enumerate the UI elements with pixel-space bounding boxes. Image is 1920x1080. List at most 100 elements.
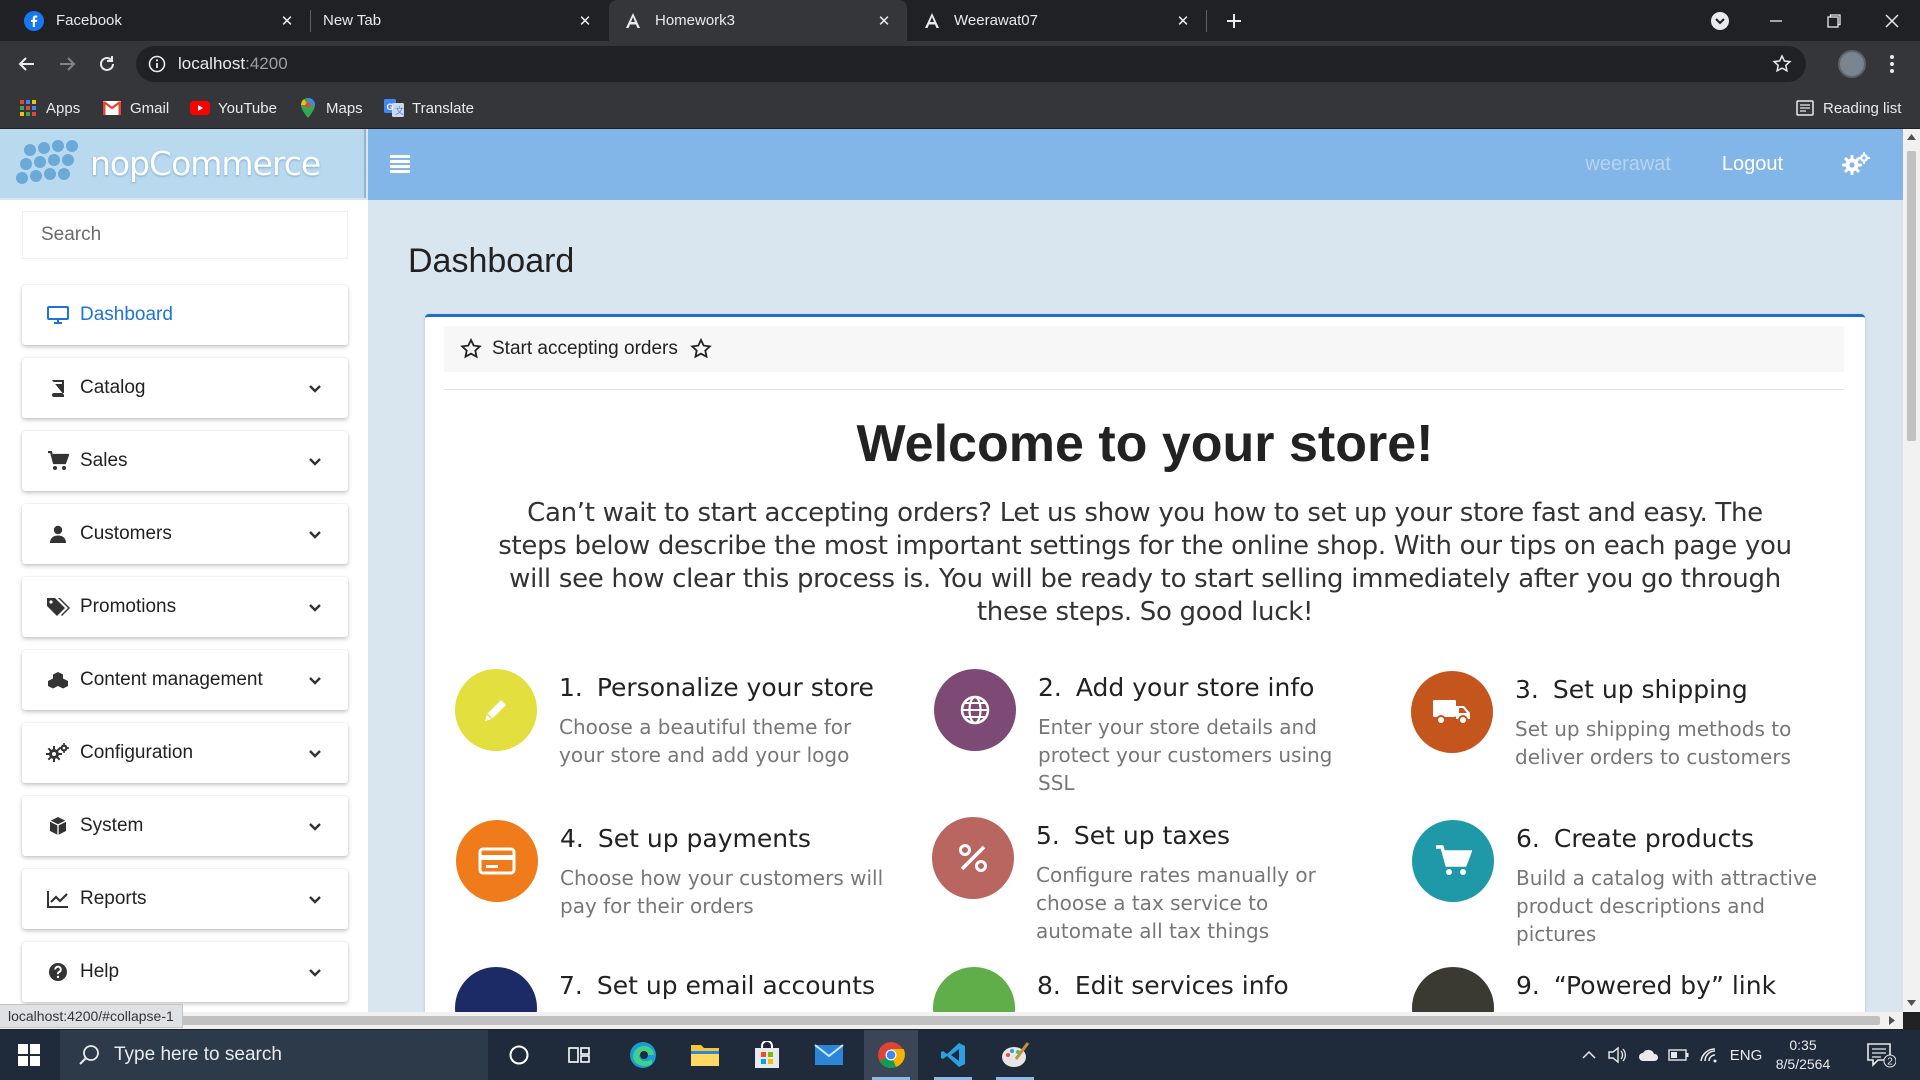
sidebar-toggle-icon[interactable] [390, 155, 410, 173]
sidebar-item-system[interactable]: System [22, 796, 348, 856]
vertical-scrollbar[interactable] [1903, 129, 1920, 1012]
scrollbar-thumb[interactable] [20, 1016, 1880, 1025]
chevron-down-icon [306, 598, 324, 616]
start-button[interactable] [0, 1030, 58, 1080]
sidebar-item-dashboard[interactable]: Dashboard [22, 285, 348, 345]
bookmark-maps[interactable]: Maps [298, 87, 363, 129]
reading-list-button[interactable]: Reading list [1795, 87, 1901, 129]
sidebar-item-sales[interactable]: Sales [22, 431, 348, 491]
step-set-up-email-accounts[interactable]: 7. Set up email accounts [455, 967, 885, 1012]
tab-close-icon[interactable]: ✕ [1170, 8, 1196, 34]
close-window-button[interactable] [1872, 0, 1912, 41]
monitor-icon [46, 304, 70, 326]
logo-text: nopCommerce [90, 144, 321, 183]
logo-mark-icon [16, 139, 82, 188]
new-tab-button[interactable] [1219, 6, 1249, 36]
minimize-button[interactable] [1756, 0, 1796, 41]
reload-button[interactable] [90, 47, 124, 81]
vscode-app-icon[interactable] [926, 1030, 980, 1080]
edge-app-icon[interactable] [616, 1030, 670, 1080]
truck-icon [1411, 671, 1493, 753]
step-powered-by-link[interactable]: 9. “Powered by” link [1412, 967, 1842, 1012]
tab-homework3[interactable]: Homework3 ✕ [609, 0, 907, 41]
current-username[interactable]: weerawat [1585, 153, 1671, 176]
mail-app-icon[interactable] [802, 1030, 856, 1080]
step-title: 7. Set up email accounts [559, 971, 876, 1000]
tab-new-tab[interactable]: New Tab ✕ [311, 0, 608, 41]
bookmark-label: Apps [46, 99, 81, 117]
onedrive-icon[interactable] [1636, 1030, 1662, 1080]
bookmark-translate[interactable]: G文 Translate [384, 87, 474, 129]
chevron-down-icon [306, 525, 324, 543]
link-icon [1412, 967, 1494, 1012]
sidebar-item-reports[interactable]: Reports [22, 869, 348, 929]
browser-menu-icon[interactable] [1882, 51, 1902, 77]
sidebar-item-configuration[interactable]: Configuration [22, 723, 348, 783]
sidebar-item-catalog[interactable]: Catalog [22, 358, 348, 418]
logout-link[interactable]: Logout [1722, 153, 1783, 176]
step-personalize-store[interactable]: 1. Personalize your store Choose a beauti… [455, 669, 885, 799]
sidebar-item-customers[interactable]: Customers [22, 504, 348, 564]
step-set-up-taxes[interactable]: 5. Set up taxes Configure rates manually … [932, 817, 1362, 947]
sidebar-item-label: Configuration [80, 742, 194, 763]
star-icon [690, 337, 712, 360]
facebook-icon [24, 10, 44, 31]
page-title: Dashboard [408, 242, 575, 280]
scrollbar-thumb[interactable] [1907, 151, 1916, 441]
sidebar-item-label: Help [80, 961, 120, 982]
clock-date: 8/5/2564 [1775, 1056, 1831, 1072]
store-logo[interactable]: nopCommerce [0, 129, 366, 198]
info-icon[interactable] [148, 55, 166, 73]
chevron-down-icon [306, 817, 324, 835]
taskbar-search-placeholder: Type here to search [114, 1044, 282, 1065]
system-clock[interactable]: 0:35 8/5/2564 [1760, 1036, 1846, 1074]
notification-center-icon[interactable]: 2 [1866, 1042, 1897, 1068]
tab-weerawat07[interactable]: Weerawat07 ✕ [908, 0, 1206, 41]
svg-text:文: 文 [395, 105, 404, 116]
task-view-button[interactable] [552, 1030, 606, 1080]
bookmark-gmail[interactable]: Gmail [102, 87, 169, 129]
tray-expand-icon[interactable] [1578, 1030, 1600, 1080]
sidebar-item-label: Promotions [80, 596, 177, 617]
sidebar-item-content-management[interactable]: Content management [22, 650, 348, 710]
tab-title: Weerawat07 [954, 12, 1038, 29]
step-add-store-info[interactable]: 2. Add your store info Enter your store d… [934, 669, 1364, 799]
settings-gears-icon[interactable] [1841, 151, 1871, 177]
card-header[interactable]: Start accepting orders [444, 326, 1844, 372]
tab-close-icon[interactable]: ✕ [274, 8, 300, 34]
step-set-up-payments[interactable]: 4. Set up payments Choose how your custom… [456, 820, 886, 950]
welcome-intro-text: Can’t wait to start accepting orders? Le… [498, 498, 1792, 627]
bookmarks-bar: Apps Gmail YouTube Maps G文 Translate Rea… [0, 87, 1920, 129]
volume-icon[interactable] [1604, 1030, 1630, 1080]
address-bar[interactable]: localhost:4200 [136, 46, 1806, 82]
paint-app-icon[interactable] [988, 1030, 1042, 1080]
step-create-products[interactable]: 6. Create products Build a catalog with a… [1412, 820, 1842, 950]
bookmark-star-icon[interactable] [1772, 54, 1792, 74]
back-button[interactable] [10, 47, 44, 81]
angular-icon [623, 11, 643, 31]
restore-button[interactable] [1814, 0, 1854, 41]
profile-avatar[interactable] [1838, 50, 1866, 78]
step-edit-services-info[interactable]: 8. Edit services info [933, 967, 1363, 1012]
tab-close-icon[interactable]: ✕ [871, 8, 897, 34]
bookmark-apps[interactable]: Apps [18, 87, 80, 129]
tab-close-icon[interactable]: ✕ [572, 8, 598, 34]
tab-facebook[interactable]: Facebook ✕ [0, 0, 310, 41]
step-title: 2. Add your store info [1038, 673, 1315, 702]
wifi-icon[interactable] [1696, 1030, 1722, 1080]
sidebar-item-promotions[interactable]: Promotions [22, 577, 348, 637]
card-divider [444, 389, 1844, 390]
taskbar-search-box[interactable]: Type here to search [60, 1030, 488, 1080]
sidebar-search-input[interactable] [22, 211, 348, 259]
chrome-app-icon[interactable] [864, 1030, 918, 1080]
battery-icon[interactable] [1666, 1030, 1692, 1080]
forward-button[interactable] [50, 47, 84, 81]
sidebar-item-help[interactable]: Help [22, 942, 348, 1002]
horizontal-scrollbar[interactable] [0, 1012, 1903, 1029]
bookmark-youtube[interactable]: YouTube [190, 87, 277, 129]
microsoft-store-app-icon[interactable] [740, 1030, 794, 1080]
file-explorer-app-icon[interactable] [678, 1030, 732, 1080]
tab-search-button[interactable] [1700, 0, 1740, 41]
cortana-button[interactable] [492, 1030, 546, 1080]
step-set-up-shipping[interactable]: 3. Set up shipping Set up shipping method… [1411, 671, 1841, 801]
